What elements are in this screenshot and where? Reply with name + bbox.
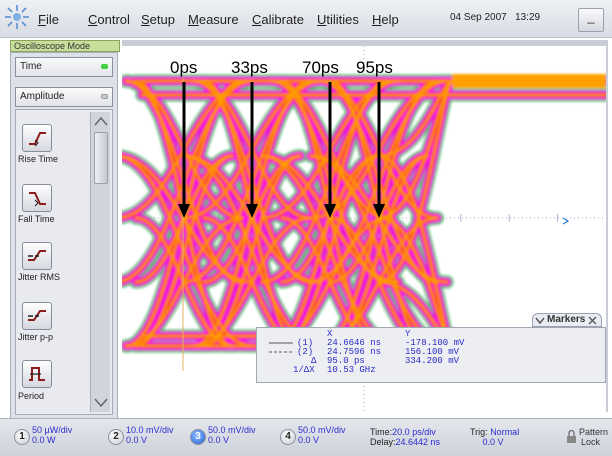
fall-time-label: Fall Time (18, 214, 55, 224)
fall-time-icon (29, 192, 46, 207)
channel-4-readout: 50.0 mV/div 0.0 V (298, 425, 346, 445)
scroll-down-icon[interactable] (92, 396, 110, 410)
marker-1-line-icon (269, 342, 293, 344)
channel-3-readout: 50.0 mV/div 0.0 V (208, 425, 256, 445)
trigger-level-icon (562, 217, 570, 225)
bottom-bar: 1 50 µW/div 0.0 W 2 10.0 mV/div 0.0 V 3 50… (0, 418, 612, 456)
eye-traces (122, 74, 606, 353)
fall-time-button[interactable] (22, 184, 52, 212)
rise-time-button[interactable] (22, 124, 52, 152)
close-icon[interactable] (588, 316, 597, 325)
chevron-down-icon (535, 317, 545, 325)
period-label: Period (18, 391, 45, 401)
channel-3-button[interactable]: 3 (190, 429, 206, 445)
status-led-icon (101, 64, 108, 69)
jitter-rms-label: Jitter RMS (18, 272, 61, 282)
markers-tab[interactable]: Markers (532, 313, 602, 327)
channel-1-button[interactable]: 1 (14, 429, 30, 445)
oscilloscope-mode-label: Oscilloscope Mode (10, 40, 120, 52)
period-icon (29, 367, 45, 381)
rise-time-icon (29, 132, 46, 147)
jitter-pp-icon (28, 310, 46, 321)
measurement-panel: Rise Time Fall Time Jitter RMS Jitter p-… (15, 109, 113, 415)
trigger-readout[interactable]: Trig: Normal 0.0 V (470, 427, 519, 447)
menu-utilities[interactable]: Utilities (317, 12, 359, 27)
measurement-list: Rise Time Fall Time Jitter RMS Jitter p-… (16, 110, 90, 414)
sidebar: Time Amplitude Rise Time Fall Time Jitte… (10, 52, 118, 420)
inverse-delta-x: 10.53 GHz (327, 365, 376, 375)
jitter-rms-button[interactable] (22, 242, 52, 270)
annotation-0ps: 0ps (170, 58, 198, 77)
annotation-95ps: 95ps (356, 58, 393, 77)
inverse-delta-label: 1/ΔX (293, 365, 315, 375)
channel-2-readout: 10.0 mV/div 0.0 V (126, 425, 174, 445)
minimize-button[interactable]: _ (578, 8, 604, 32)
timebase-readout[interactable]: Time:20.0 ps/div Delay:24.6442 ns (370, 427, 440, 447)
sun-logo-icon (5, 5, 29, 29)
jitter-rms-icon (28, 250, 46, 261)
date-time: 04 Sep 2007 13:29 (450, 12, 541, 23)
jitter-pp-button[interactable] (22, 302, 52, 330)
menu-measure[interactable]: Measure (188, 12, 239, 27)
annotation-33ps: 33ps (231, 58, 268, 77)
rise-time-label: Rise Time (18, 154, 59, 164)
status-led-icon (101, 94, 108, 99)
lock-icon (567, 430, 576, 443)
channel-4-button[interactable]: 4 (280, 429, 296, 445)
channel-2-button[interactable]: 2 (108, 429, 124, 445)
scroll-up-icon[interactable] (92, 114, 110, 128)
menu-control[interactable]: Control (88, 12, 130, 27)
delta-y: 334.200 mV (405, 356, 460, 366)
scroll-thumb[interactable] (94, 132, 108, 184)
markers-panel: X Y (1) 24.6646 ns -178.100 mV (2) 24.75… (256, 327, 606, 383)
menu-file[interactable]: File (38, 12, 59, 27)
channel-1-readout: 50 µW/div 0.0 W (32, 425, 73, 445)
time-dropdown[interactable]: Time (15, 57, 113, 77)
amplitude-dropdown[interactable]: Amplitude (15, 87, 113, 107)
marker-2-line-icon (269, 351, 293, 353)
jitter-pp-label: Jitter p-p (18, 332, 54, 342)
menu-setup[interactable]: Setup (141, 12, 175, 27)
pattern-lock-button[interactable]: Pattern Lock (566, 427, 608, 449)
measurement-scrollbar[interactable] (90, 112, 110, 412)
menu-calibrate[interactable]: Calibrate (252, 12, 304, 27)
eye-rail-top (452, 74, 606, 88)
menu-help[interactable]: Help (372, 12, 399, 27)
annotation-70ps: 70ps (302, 58, 339, 77)
menu-bar: File Control Setup Measure Calibrate Uti… (0, 0, 612, 38)
period-button[interactable] (22, 360, 52, 388)
